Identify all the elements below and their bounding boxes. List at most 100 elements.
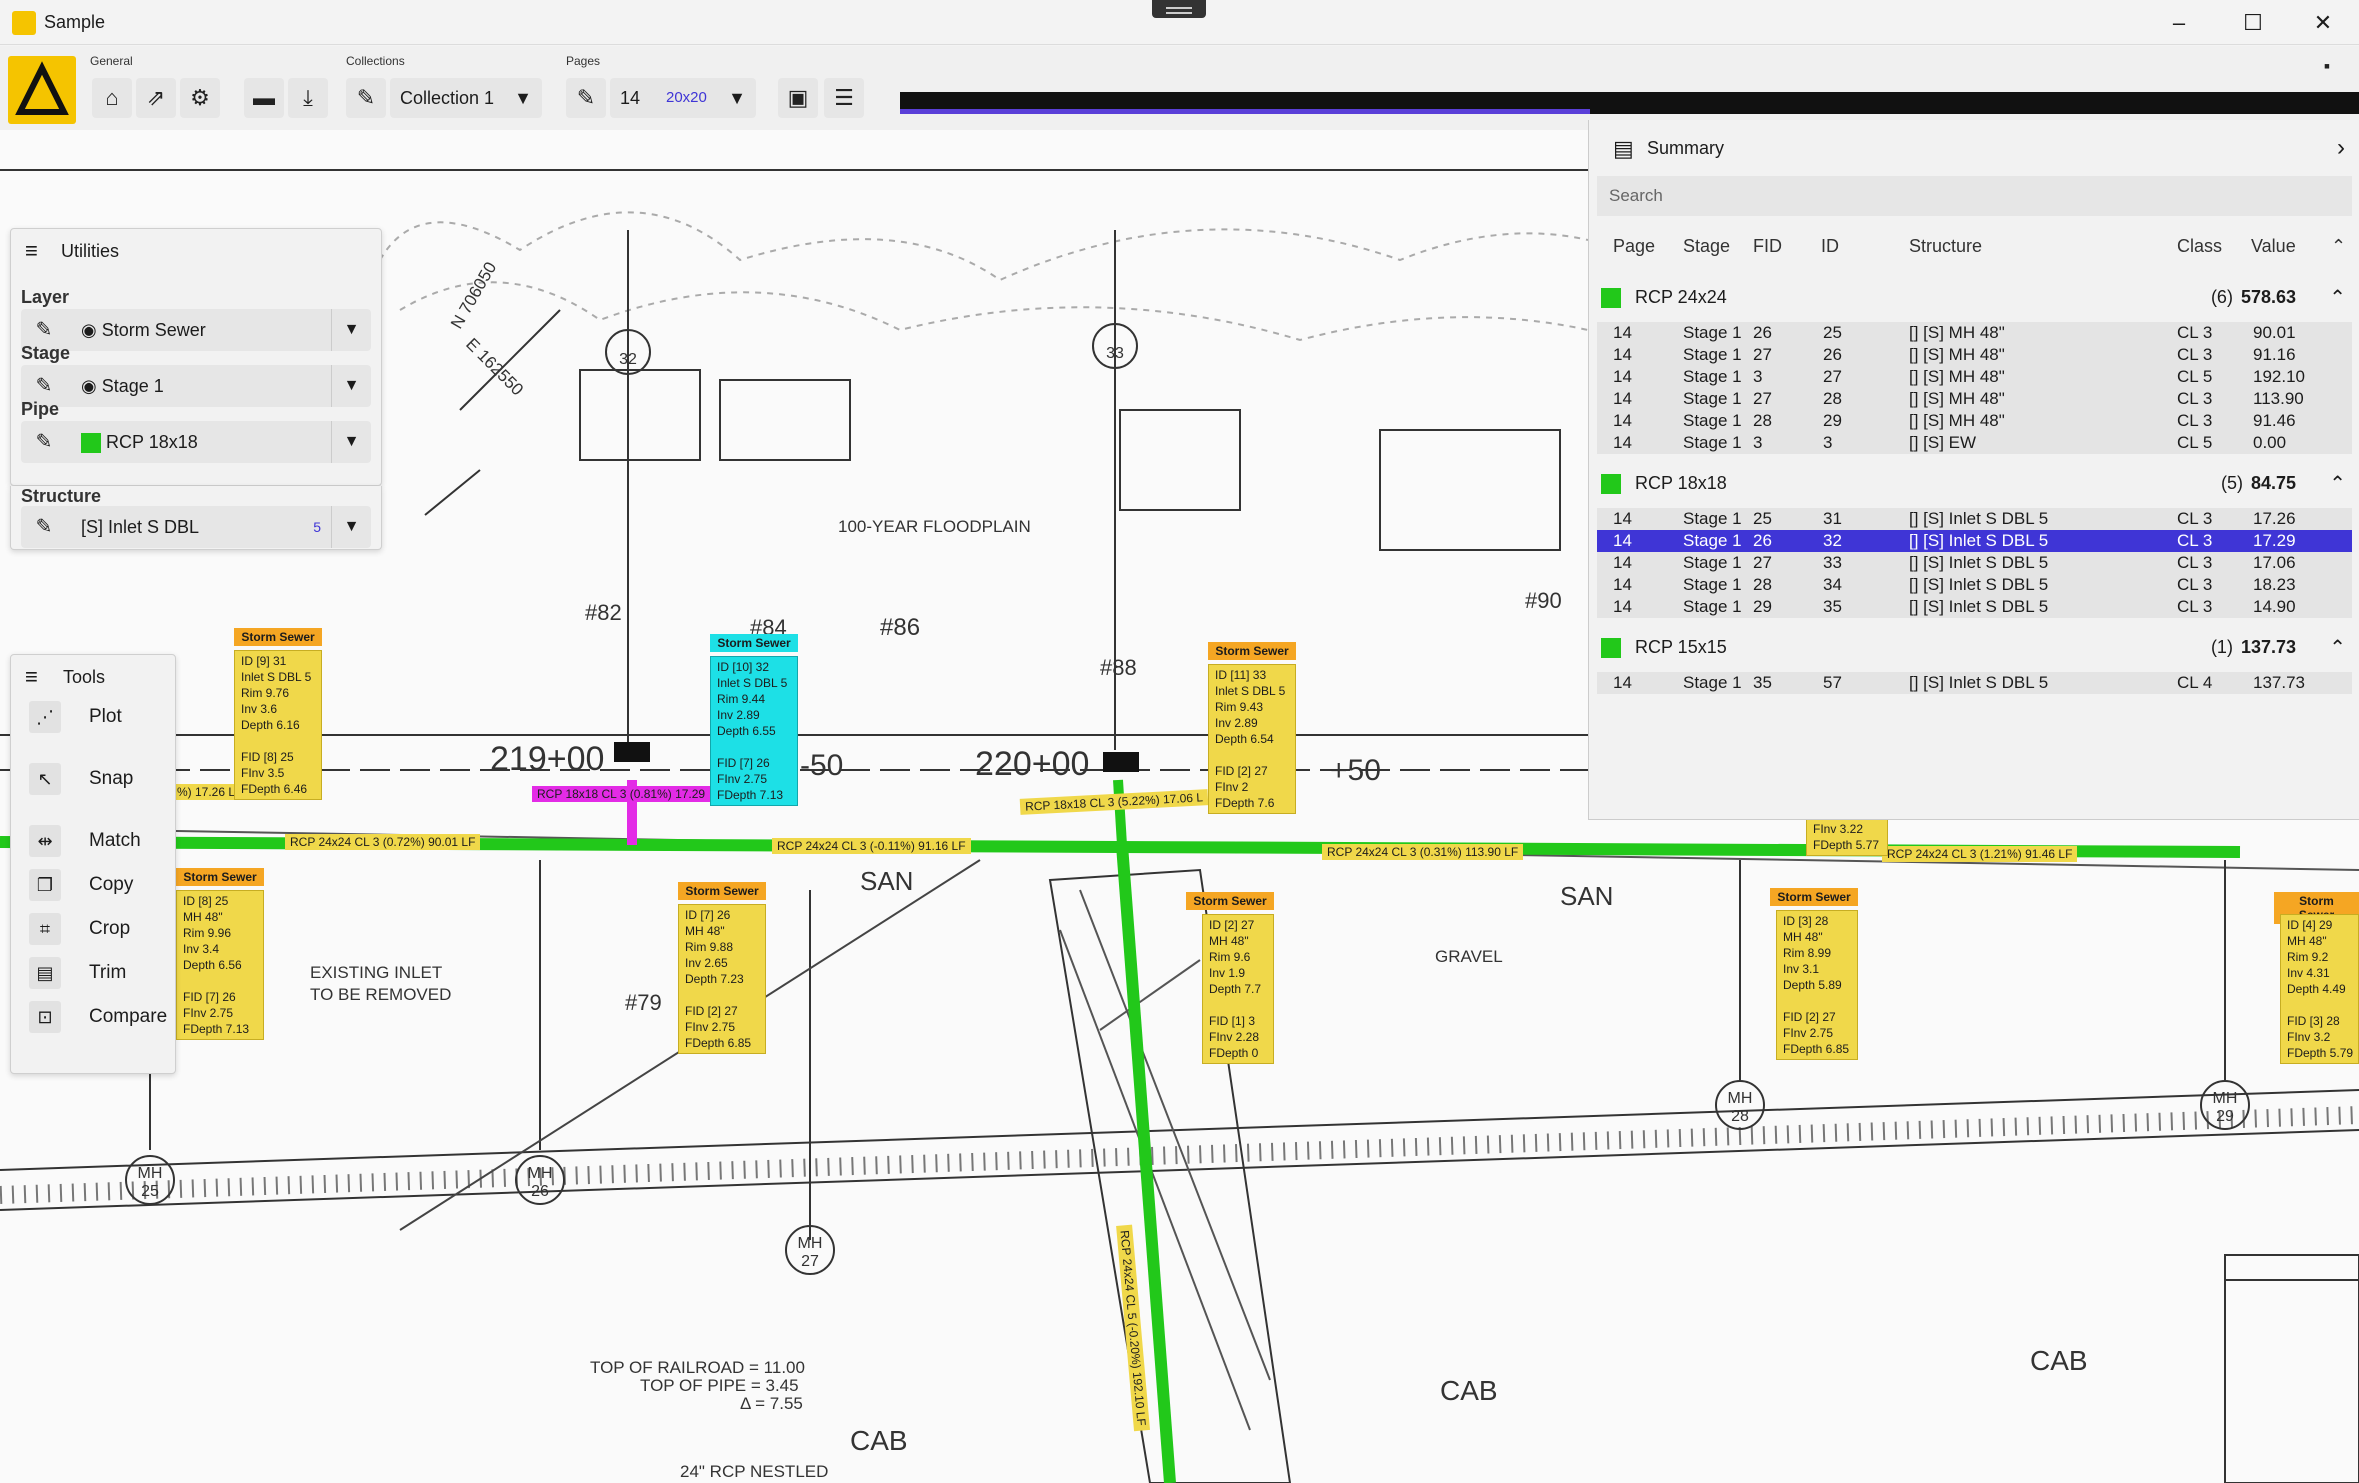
- close-button[interactable]: ✕: [2290, 0, 2356, 45]
- group-header[interactable]: RCP 18x18 (5) 84.75 ⌃: [1597, 466, 2352, 500]
- minimize-button[interactable]: –: [2146, 0, 2212, 45]
- tool-copy[interactable]: ❐ Copy: [19, 865, 179, 905]
- svg-text:28: 28: [1731, 1108, 1749, 1125]
- table-row[interactable]: 14 Stage 1 26 32 [] [S] Inlet S DBL 5 CL 3 17.…: [1597, 530, 2352, 552]
- structure-label[interactable]: ID [7] 26 MH 48" Rim 9.88 Inv 2.65 Depth…: [678, 904, 766, 1054]
- pipe-label[interactable]: RCP 24x24 CL 3 (0.72%) 90.01 LF: [285, 834, 481, 850]
- structure-select[interactable]: ✎ [S] Inlet S DBL 5 ▼: [21, 506, 371, 548]
- table-cell: CL 3: [2177, 509, 2213, 528]
- structure-label[interactable]: ID [3] 28 MH 48" Rim 8.99 Inv 3.1 Depth …: [1776, 910, 1858, 1060]
- eye-icon[interactable]: ◉: [81, 376, 97, 396]
- plot-icon: ⋰: [29, 701, 61, 733]
- table-row[interactable]: 14 Stage 1 28 29 [] [S] MH 48" CL 3 91.46: [1597, 410, 2352, 432]
- chevron-right-icon[interactable]: ›: [2337, 134, 2345, 162]
- collection-select[interactable]: Collection 1 ▼: [390, 78, 542, 118]
- chevron-up-icon[interactable]: ⌃: [2329, 285, 2346, 310]
- layer-text: Storm Sewer: [101, 320, 206, 340]
- tool-plot[interactable]: ⋰ Plot: [19, 697, 179, 737]
- chevron-up-icon[interactable]: ⌃: [2329, 635, 2346, 660]
- col-page[interactable]: Page: [1613, 236, 1655, 257]
- edit-page-icon[interactable]: ✎: [566, 78, 606, 118]
- edit-icon[interactable]: ✎: [29, 506, 59, 548]
- stage-label: Stage: [21, 343, 71, 363]
- layer-select[interactable]: ✎ ◉ Storm Sewer ▼: [21, 309, 371, 351]
- structure-label-header[interactable]: Storm Sewer: [678, 882, 766, 900]
- chevron-up-icon[interactable]: ⌃: [2331, 236, 2346, 257]
- table-cell: 29: [1823, 411, 1842, 430]
- chevron-up-icon[interactable]: ⌃: [2329, 471, 2346, 496]
- table-row[interactable]: 14 Stage 1 27 26 [] [S] MH 48" CL 3 91.16: [1597, 344, 2352, 366]
- table-row[interactable]: 14 Stage 1 27 33 [] [S] Inlet S DBL 5 CL 3 17.…: [1597, 552, 2352, 574]
- structure-label[interactable]: ID [8] 25 MH 48" Rim 9.96 Inv 3.4 Depth …: [176, 890, 264, 1040]
- group-header[interactable]: RCP 24x24 (6) 578.63 ⌃: [1597, 280, 2352, 314]
- structure-label-header[interactable]: Storm Sewer: [1770, 888, 1858, 906]
- structure-label-header[interactable]: Storm Sewer: [710, 634, 798, 652]
- pipe-select[interactable]: ✎ RCP 18x18 ▼: [21, 421, 371, 463]
- pipe-label-selected[interactable]: RCP 18x18 CL 3 (0.81%) 17.29: [532, 786, 711, 802]
- stage-select[interactable]: ✎ ◉ Stage 1 ▼: [21, 365, 371, 407]
- table-cell: 26: [1753, 323, 1772, 342]
- table-cell: 91.46: [2253, 411, 2296, 430]
- page-list-icon[interactable]: ☰: [824, 78, 864, 118]
- structure-label[interactable]: ID [4] 29 MH 48" Rim 9.2 Inv 4.31 Depth …: [2280, 914, 2359, 1064]
- eye-icon[interactable]: ◉: [81, 320, 97, 340]
- edit-icon[interactable]: ✎: [29, 421, 59, 463]
- chevron-down-icon[interactable]: ▼: [331, 506, 371, 548]
- pipe-label[interactable]: %) 17.26 L: [172, 784, 241, 800]
- structure-label-header[interactable]: Storm Sewer: [1186, 892, 1274, 910]
- tool-trim[interactable]: ▤ Trim: [19, 953, 179, 993]
- chevron-down-icon[interactable]: ▼: [331, 365, 371, 407]
- col-class[interactable]: Class: [2177, 236, 2222, 257]
- download-icon[interactable]: ⤓: [288, 78, 328, 118]
- table-row[interactable]: 14 Stage 1 3 3 [] [S] EW CL 5 0.00: [1597, 432, 2352, 454]
- structure-label-header[interactable]: Storm Sewer: [234, 628, 322, 646]
- col-id[interactable]: ID: [1821, 236, 1839, 257]
- chevron-down-icon[interactable]: ▼: [331, 421, 371, 463]
- col-structure[interactable]: Structure: [1909, 236, 1982, 257]
- structure-label-header[interactable]: Storm Sewer: [1208, 642, 1296, 660]
- table-row[interactable]: 14 Stage 1 28 34 [] [S] Inlet S DBL 5 CL 3 18.…: [1597, 574, 2352, 596]
- drag-handle[interactable]: [1152, 0, 1206, 18]
- chat-icon[interactable]: ▪: [2312, 52, 2342, 80]
- folder-icon[interactable]: ▬: [244, 78, 284, 118]
- gear-icon[interactable]: ⚙: [180, 78, 220, 118]
- table-row[interactable]: 14 Stage 1 35 57 [] [S] Inlet S DBL 5 CL 4 137…: [1597, 672, 2352, 694]
- chevron-down-icon[interactable]: ▼: [331, 309, 371, 351]
- home-icon[interactable]: ⌂: [92, 78, 132, 118]
- col-value[interactable]: Value: [2251, 236, 2296, 257]
- table-row[interactable]: 14 Stage 1 27 28 [] [S] MH 48" CL 3 113.90: [1597, 388, 2352, 410]
- page-select[interactable]: 14 20x20 ▼: [610, 78, 756, 118]
- structure-label[interactable]: ID [2] 27 MH 48" Rim 9.6 Inv 1.9 Depth 7…: [1202, 914, 1274, 1064]
- external-link-icon[interactable]: ⇗: [136, 78, 176, 118]
- tool-snap[interactable]: ↖ Snap: [19, 759, 179, 799]
- structure-label-selected[interactable]: ID [10] 32 Inlet S DBL 5 Rim 9.44 Inv 2.…: [710, 656, 798, 806]
- group-name: RCP 15x15: [1635, 637, 1727, 657]
- structure-label-header[interactable]: Storm Sewer: [176, 868, 264, 886]
- edit-collection-icon[interactable]: ✎: [346, 78, 386, 118]
- table-row[interactable]: 14 Stage 1 3 27 [] [S] MH 48" CL 5 192.10: [1597, 366, 2352, 388]
- menu-icon[interactable]: ≡: [25, 240, 38, 262]
- table-row[interactable]: 14 Stage 1 25 31 [] [S] Inlet S DBL 5 CL 3 17.…: [1597, 508, 2352, 530]
- page-view-icon[interactable]: ▣: [778, 78, 818, 118]
- table-cell: Stage 1: [1683, 553, 1742, 572]
- table-row[interactable]: 14 Stage 1 29 35 [] [S] Inlet S DBL 5 CL 3 14.…: [1597, 596, 2352, 618]
- col-fid[interactable]: FID: [1753, 236, 1782, 257]
- pipe-label[interactable]: RCP 24x24 CL 3 (1.21%) 91.46 LF: [1882, 846, 2078, 862]
- app-menu-logo[interactable]: [8, 56, 76, 124]
- pipe-label[interactable]: RCP 24x24 CL 3 (-0.11%) 91.16 LF: [772, 838, 971, 854]
- table-row[interactable]: 14 Stage 1 26 25 [] [S] MH 48" CL 3 90.01: [1597, 322, 2352, 344]
- search-input[interactable]: Search: [1597, 176, 2352, 216]
- structure-label[interactable]: ID [11] 33 Inlet S DBL 5 Rim 9.43 Inv 2.…: [1208, 664, 1296, 814]
- tool-compare[interactable]: ⊡ Compare: [19, 997, 179, 1037]
- menu-icon[interactable]: ≡: [25, 666, 38, 688]
- pipe-label[interactable]: RCP 24x24 CL 3 (0.31%) 113.90 LF: [1322, 844, 1524, 860]
- group-header[interactable]: RCP 15x15 (1) 137.73 ⌃: [1597, 630, 2352, 664]
- structure-label[interactable]: ID [9] 31 Inlet S DBL 5 Rim 9.76 Inv 3.6…: [234, 650, 322, 800]
- tool-label: Crop: [89, 918, 131, 939]
- ribbon-toolbar: General Collections Pages ⌂ ⇗ ⚙ ▬ ⤓ ✎ Co…: [0, 46, 2359, 130]
- tool-crop[interactable]: ⌗ Crop: [19, 909, 179, 949]
- structure-label[interactable]: FInv 3.22 FDepth 5.77: [1806, 818, 1888, 856]
- maximize-button[interactable]: ☐: [2220, 0, 2286, 45]
- col-stage[interactable]: Stage: [1683, 236, 1730, 257]
- tool-match[interactable]: ⇹ Match: [19, 821, 179, 861]
